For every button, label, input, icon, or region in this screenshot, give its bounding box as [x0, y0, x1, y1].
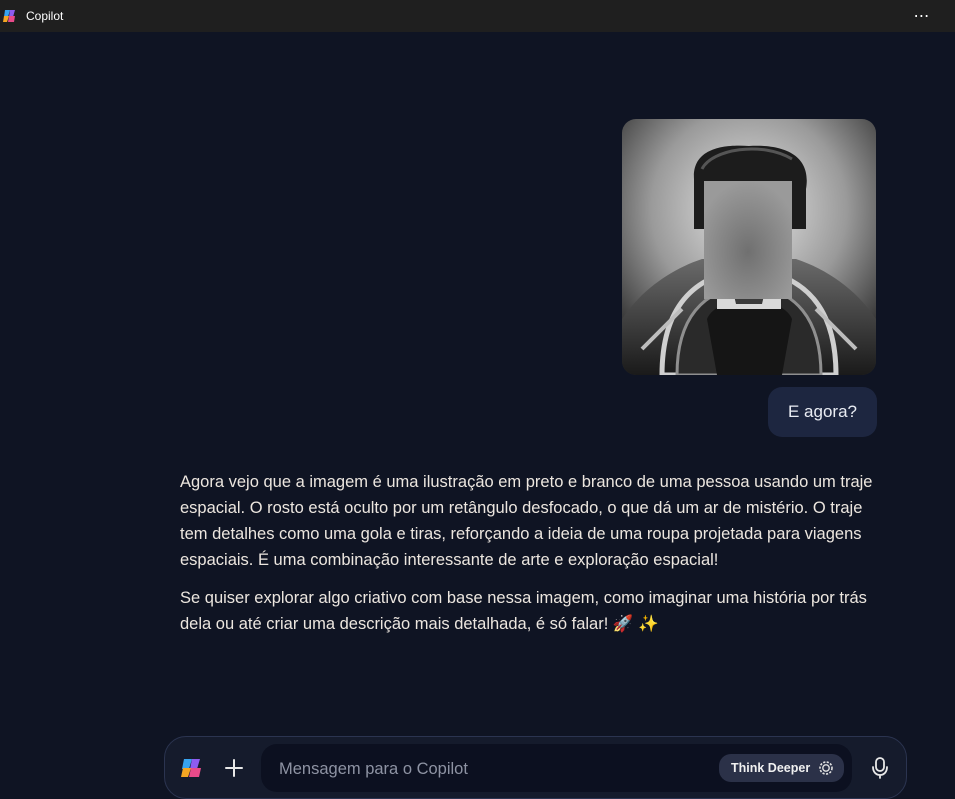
- astronaut-portrait-image[interactable]: [622, 119, 876, 375]
- think-deeper-button[interactable]: Think Deeper: [719, 754, 845, 782]
- chat-area: E agora? Agora vejo que a imagem é uma i…: [0, 32, 955, 799]
- copilot-logo-icon: [2, 8, 18, 24]
- microphone-button[interactable]: [867, 755, 893, 781]
- add-attachment-button[interactable]: [221, 755, 247, 781]
- assistant-paragraph: Agora vejo que a imagem é uma ilustração…: [180, 473, 873, 569]
- assistant-paragraph: Se quiser explorar algo criativo com bas…: [180, 589, 867, 633]
- assistant-response: Agora vejo que a imagem é uma ilustração…: [180, 469, 880, 649]
- microphone-icon: [872, 757, 888, 779]
- message-composer: Think Deeper: [164, 736, 907, 799]
- more-options-button[interactable]: ⋯: [907, 6, 937, 26]
- title-bar: Copilot ⋯: [0, 0, 955, 32]
- message-input[interactable]: [277, 744, 701, 794]
- copilot-logo-icon[interactable]: [179, 755, 205, 781]
- think-deeper-label: Think Deeper: [731, 761, 811, 775]
- gear-icon: [818, 760, 834, 776]
- message-input-container: Think Deeper: [261, 744, 852, 794]
- window-title: Copilot: [26, 9, 64, 23]
- user-message-bubble: E agora?: [768, 387, 877, 437]
- plus-icon: [225, 759, 243, 777]
